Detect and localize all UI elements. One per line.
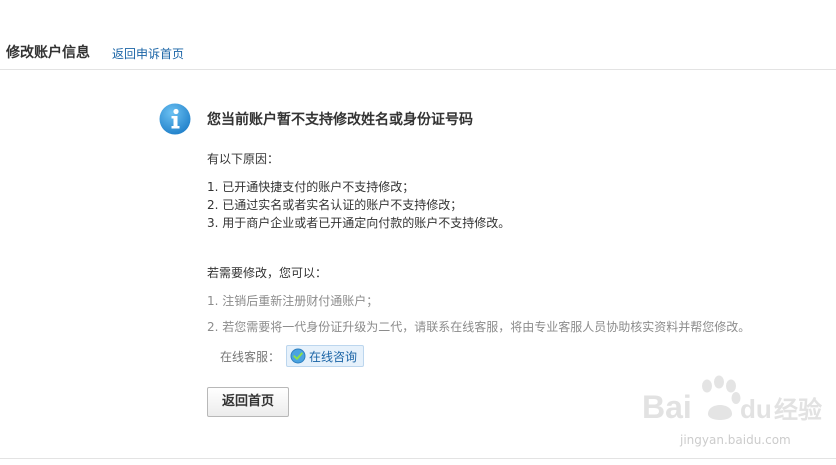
page: 修改账户信息 返回申诉首页 您当前账户暂不支持修改姓名或身份证号码 有以下原因：… [0,0,836,465]
watermark-brand-b: du [740,394,772,424]
reason-item: 1. 已开通快捷支付的账户不支持修改； [207,180,415,194]
online-consult-label: 在线咨询 [309,349,358,364]
option-item: 2. 若您需要将一代身份证升级为二代，请联系在线客服，将由专业客服人员协助核实资… [207,320,751,334]
chat-icon [290,348,306,364]
online-consult-button[interactable]: 在线咨询 [286,345,365,367]
reasons-heading: 有以下原因： [207,152,280,166]
options-heading: 若需要修改，您可以： [207,266,328,280]
page-title: 修改账户信息 [6,45,90,61]
online-service-label: 在线客服： [220,349,281,364]
online-service-row: 在线客服： 在线咨询 [220,344,365,368]
options-list: 1. 注销后重新注册财付通账户； 2. 若您需要将一代身份证升级为二代，请联系在… [207,292,750,336]
back-home-button[interactable]: 返回首页 [207,387,289,417]
back-to-appeal-home-link[interactable]: 返回申诉首页 [112,46,184,62]
footer-divider [0,458,836,459]
watermark-brand-a: Bai [642,389,692,425]
page-header: 修改账户信息 返回申诉首页 [0,0,836,70]
baidu-jingyan-watermark: Bai du 经验 [642,375,822,425]
reason-item: 2. 已通过实名或者实名认证的账户不支持修改； [207,198,463,212]
watermark-brand-c: 经验 [774,396,822,424]
info-icon [159,103,191,135]
notice-title: 您当前账户暂不支持修改姓名或身份证号码 [207,112,473,128]
reasons-list: 1. 已开通快捷支付的账户不支持修改； 2. 已通过实名或者实名认证的账户不支持… [207,178,510,232]
option-item: 1. 注销后重新注册财付通账户； [207,294,379,308]
reason-item: 3. 用于商户企业或者已开通定向付款的账户不支持修改。 [207,216,511,230]
watermark-url: jingyan.baidu.com [680,433,791,447]
